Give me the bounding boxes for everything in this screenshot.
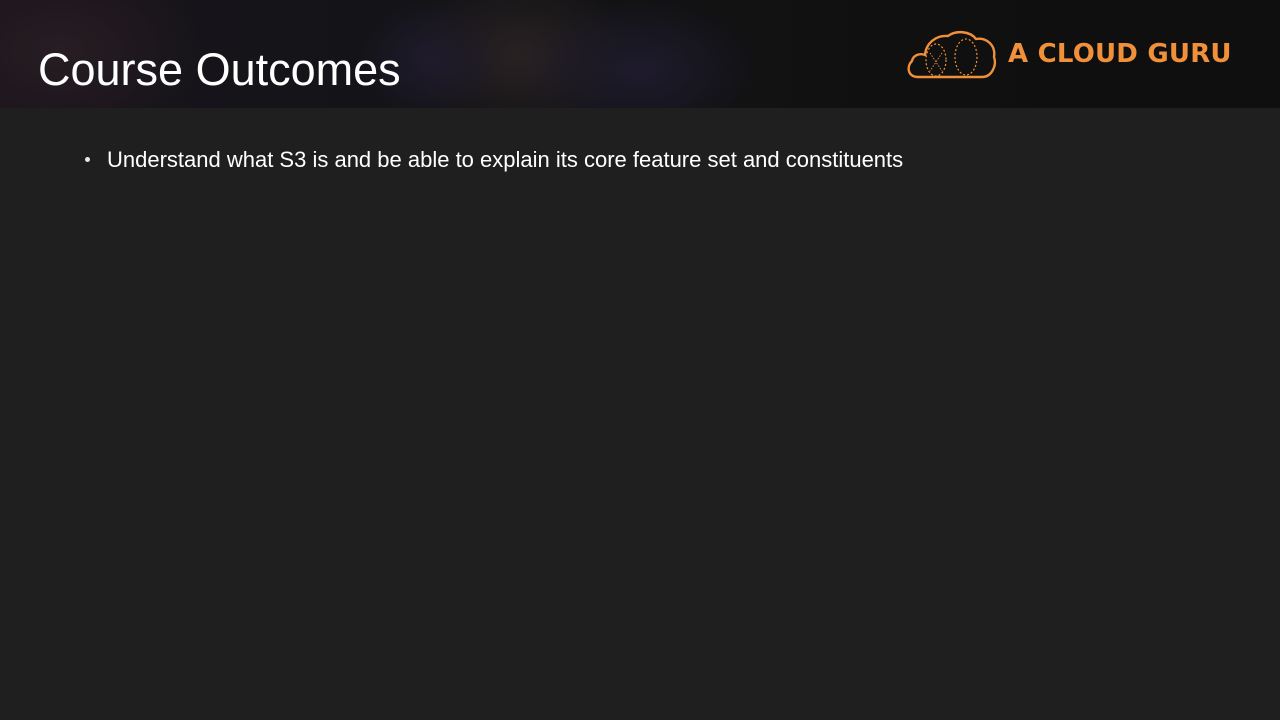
slide-title: Course Outcomes (38, 44, 401, 95)
brand-logo: A CLOUD GURU (904, 27, 1244, 83)
bullet-list: Understand what S3 is and be able to exp… (84, 145, 1234, 175)
logo-text: A CLOUD GURU (1008, 39, 1232, 69)
bullet-dot-icon (85, 157, 90, 162)
slide-content: Understand what S3 is and be able to exp… (0, 108, 1280, 720)
cloud-logo-icon (907, 31, 996, 79)
slide-header: Course Outcomes A CLOUD GURU (0, 0, 1280, 108)
bullet-item: Understand what S3 is and be able to exp… (84, 145, 1234, 175)
bullet-text: Understand what S3 is and be able to exp… (107, 147, 904, 172)
slide: Course Outcomes A CLOUD GURU Understand … (0, 0, 1280, 720)
